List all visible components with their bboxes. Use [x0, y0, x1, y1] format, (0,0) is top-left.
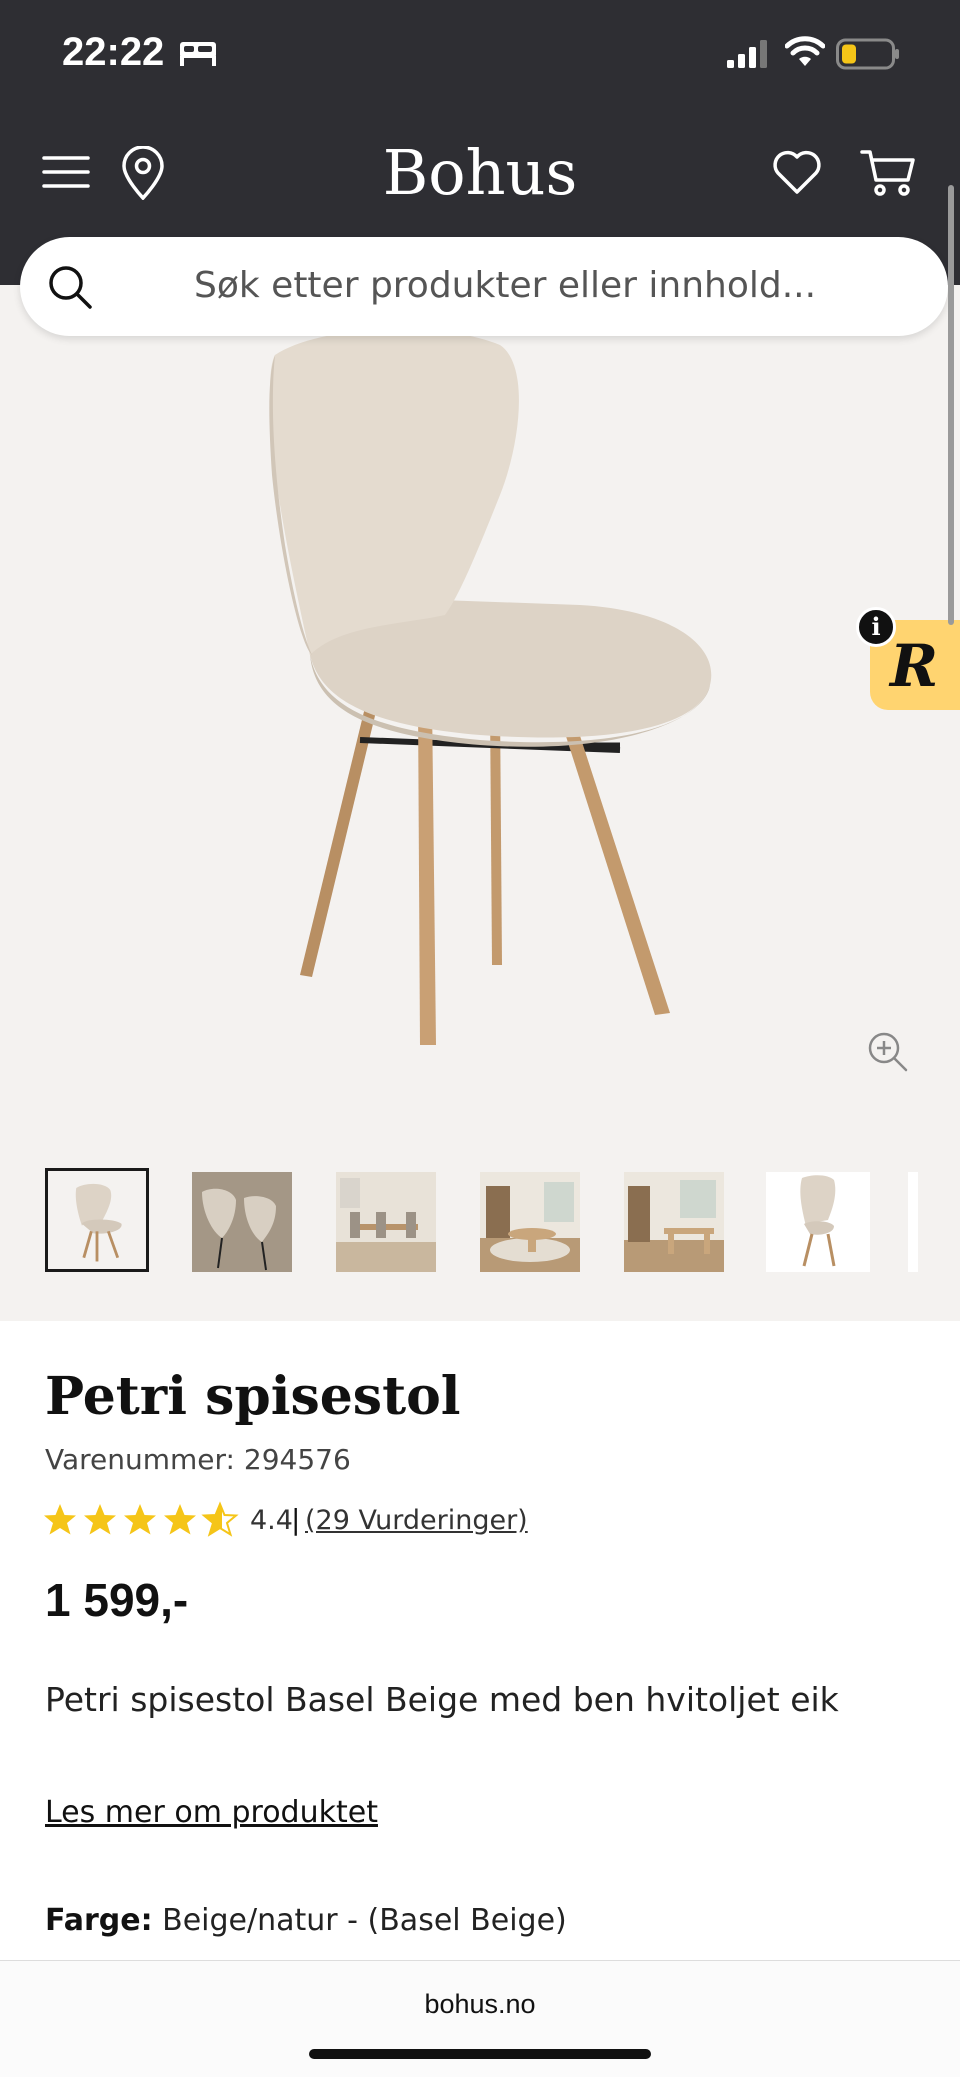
product-title: Petri spisestol [45, 1366, 461, 1427]
battery-icon [836, 38, 899, 70]
rating-value: 4.4 [250, 1505, 293, 1536]
product-image-chair[interactable] [200, 325, 760, 1045]
r-logo-icon: R [890, 632, 939, 700]
bed-icon [180, 42, 216, 66]
browser-address-bar[interactable]: bohus.no [0, 1960, 960, 2077]
wifi-icon [785, 36, 825, 66]
read-more-link[interactable]: Les mer om produktet [45, 1795, 378, 1830]
thumbnail-strip[interactable] [0, 1168, 960, 1276]
thumbnail-6[interactable] [766, 1172, 870, 1272]
url-text[interactable]: bohus.no [0, 1989, 960, 2020]
thumbnail-2[interactable] [192, 1172, 292, 1272]
thumbnail-5[interactable] [624, 1172, 724, 1272]
signal-icon [727, 40, 767, 68]
search-input[interactable]: Søk etter produkter eller innhold... [194, 265, 816, 306]
color-value: Beige/natur - (Basel Beige) [162, 1903, 567, 1938]
thumbnail-3[interactable] [336, 1172, 436, 1272]
search-icon[interactable] [46, 263, 94, 311]
rating-separator: | [291, 1503, 301, 1536]
cart-icon[interactable] [860, 146, 916, 198]
heart-icon[interactable] [772, 148, 822, 196]
color-selector[interactable]: Farge: Beige/natur - (Basel Beige) [45, 1903, 567, 1938]
rating-count-link[interactable]: (29 Vurderinger) [305, 1505, 528, 1536]
product-page: 22:22 Bohus R i Petri spisestol Varenumm… [0, 0, 960, 2077]
product-image-gallery[interactable]: R i [0, 285, 960, 1321]
thumbnail-4[interactable] [480, 1172, 580, 1272]
home-indicator[interactable] [309, 2049, 651, 2059]
thumbnail-1[interactable] [45, 1168, 149, 1272]
status-time: 22:22 [62, 30, 165, 74]
color-label: Farge: [45, 1903, 153, 1938]
rating-stars-icon[interactable] [42, 1501, 242, 1541]
product-sku: Varenummer: 294576 [45, 1443, 351, 1476]
zoom-in-icon[interactable] [866, 1030, 910, 1074]
search-bar[interactable]: Søk etter produkter eller innhold... [20, 237, 948, 336]
product-short-description: Petri spisestol Basel Beige med ben hvit… [45, 1680, 839, 1719]
product-info: Petri spisestol Varenummer: 294576 4.4 |… [0, 1321, 960, 1961]
info-icon[interactable]: i [856, 607, 896, 647]
thumbnail-7[interactable] [908, 1172, 918, 1272]
page-scrollbar[interactable] [948, 185, 954, 625]
product-price: 1 599,- [45, 1574, 189, 1626]
